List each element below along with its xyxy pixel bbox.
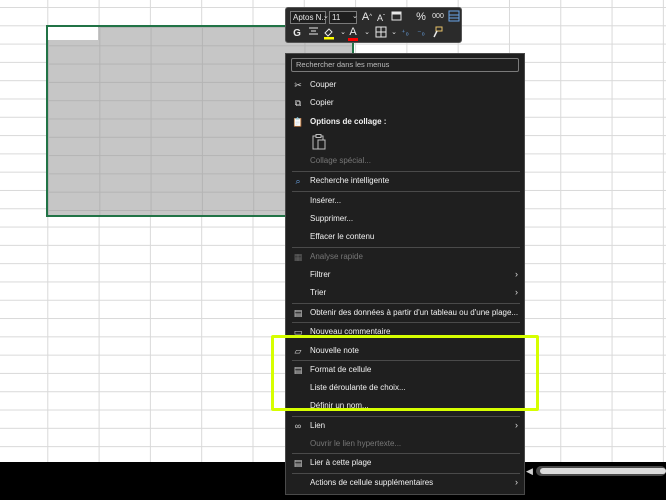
search-icon: ⌕ xyxy=(295,176,301,186)
font-dropdown-icon[interactable]: ⌄ xyxy=(323,12,329,20)
context-menu: Rechercher dans les menus ✂ Couper ⧉ Cop… xyxy=(285,53,525,495)
menu-search-input[interactable]: Rechercher dans les menus xyxy=(291,58,519,72)
format-table-icon[interactable] xyxy=(447,10,461,24)
borders-icon[interactable] xyxy=(374,26,388,40)
menu-item-sort[interactable]: Trier › xyxy=(286,284,524,302)
menu-item-smart-lookup[interactable]: ⌕ Recherche intelligente xyxy=(286,172,524,190)
font-color-icon[interactable]: A xyxy=(346,25,360,41)
table-icon: ▤ xyxy=(293,308,303,318)
decrease-decimal-icon[interactable]: ⁻₀ xyxy=(414,26,428,40)
menu-item-link[interactable]: ∞ Lien › xyxy=(286,417,524,435)
clipboard-icon: 📋 xyxy=(292,117,304,127)
active-cell[interactable] xyxy=(48,27,98,40)
scroll-left-arrow-icon[interactable]: ◀ xyxy=(526,464,536,478)
align-center-icon[interactable] xyxy=(306,27,320,41)
menu-item-cut[interactable]: ✂ Couper xyxy=(286,76,524,94)
fill-color-icon[interactable] xyxy=(322,26,336,40)
font-size-dropdown-icon[interactable]: ⌄ xyxy=(352,12,358,20)
shrink-font-icon[interactable]: Aˇ xyxy=(374,11,388,25)
menu-item-link-to-range[interactable]: ▤ Lier à cette plage xyxy=(286,454,524,472)
horizontal-scroll-thumb[interactable] xyxy=(540,468,666,474)
number-format-icon[interactable] xyxy=(390,10,404,24)
scissors-icon: ✂ xyxy=(294,80,302,90)
paste-icon[interactable] xyxy=(312,134,326,150)
percent-style-icon[interactable]: % xyxy=(414,10,428,24)
chevron-right-icon: › xyxy=(515,477,518,487)
chevron-right-icon: › xyxy=(515,287,518,297)
menu-item-paste-options: 📋 Options de collage : xyxy=(292,117,387,127)
menu-item-filter[interactable]: Filtrer › xyxy=(286,266,524,284)
menu-item-copy[interactable]: ⧉ Copier xyxy=(286,94,524,112)
menu-item-quick-analysis[interactable]: ▦ Analyse rapide xyxy=(286,248,524,266)
bold-icon[interactable]: G xyxy=(290,27,304,41)
link-range-icon: ▤ xyxy=(293,458,303,468)
chevron-right-icon: › xyxy=(515,420,518,430)
menu-item-more-cell-actions[interactable]: Actions de cellule supplémentaires › xyxy=(286,474,524,492)
thousands-separator-icon[interactable]: 000 xyxy=(430,10,446,24)
menu-item-clear-contents[interactable]: Effacer le contenu xyxy=(286,228,524,246)
menu-item-paste-special[interactable]: Collage spécial... xyxy=(286,152,524,170)
menu-item-open-hyperlink[interactable]: Ouvrir le lien hypertexte... xyxy=(286,435,524,453)
link-icon: ∞ xyxy=(294,421,302,431)
font-color-dropdown-icon[interactable]: ⌄ xyxy=(360,26,374,40)
menu-item-delete[interactable]: Supprimer... xyxy=(286,210,524,228)
chevron-right-icon: › xyxy=(515,269,518,279)
copy-icon: ⧉ xyxy=(294,98,302,108)
mini-toolbar: Aptos N... ⌄ 11 ⌄ A^ Aˇ % 000 G ⌄ A ⌄ ⌄ … xyxy=(285,7,462,43)
highlight-annotation-box xyxy=(271,335,539,411)
font-name-box[interactable]: Aptos N... xyxy=(290,11,326,24)
grow-font-icon[interactable]: A^ xyxy=(360,10,374,24)
menu-item-get-data[interactable]: ▤ Obtenir des données à partir d'un tabl… xyxy=(286,304,524,322)
menu-item-insert[interactable]: Insérer... xyxy=(286,192,524,210)
quick-analysis-icon: ▦ xyxy=(293,252,303,262)
format-painter-icon[interactable] xyxy=(430,26,444,40)
increase-decimal-icon[interactable]: ⁺₀ xyxy=(398,26,412,40)
